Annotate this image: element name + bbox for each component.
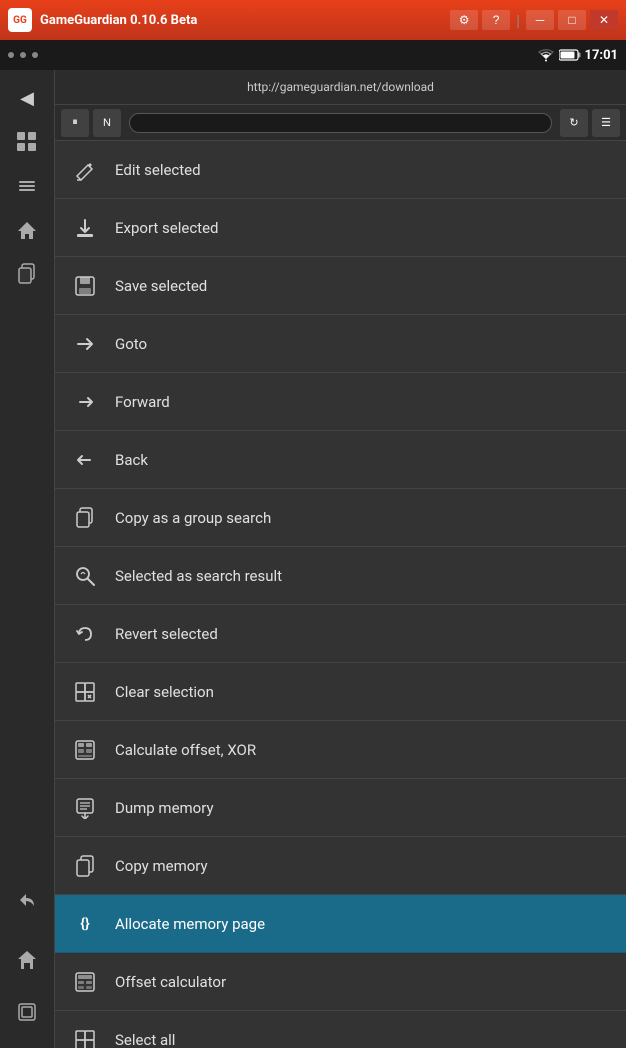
menu-label-clear-selection: Clear selection — [115, 683, 619, 701]
url-text: http://gameguardian.net/download — [247, 80, 434, 94]
menu-item-save-selected[interactable]: Save selected — [55, 257, 626, 315]
status-dot-2 — [20, 52, 26, 58]
menu-item-back[interactable]: Back — [55, 431, 626, 489]
menu-label-copy-group-search: Copy as a group search — [115, 509, 619, 527]
menu-item-copy-memory[interactable]: Copy memory — [55, 837, 626, 895]
app-title: GameGuardian 0.10.6 Beta — [40, 13, 450, 28]
menu-label-goto: Goto — [115, 335, 619, 353]
menu-label-revert-selected: Revert selected — [115, 625, 619, 643]
clear-selection-icon — [71, 678, 99, 706]
menu-item-allocate-memory[interactable]: {} Allocate memory page — [55, 895, 626, 953]
minimize-button[interactable]: ─ — [526, 10, 554, 30]
sidebar-icon-layers[interactable] — [7, 992, 47, 1032]
menu-label-calculate-offset: Calculate offset, XOR — [115, 741, 619, 759]
toolbar-menu-btn[interactable]: ☰ — [592, 109, 620, 137]
goto-icon — [71, 330, 99, 358]
edit-icon — [71, 156, 99, 184]
menu-label-forward: Forward — [115, 393, 619, 411]
back-icon — [71, 446, 99, 474]
export-icon — [71, 214, 99, 242]
settings-button[interactable]: ⚙ — [450, 10, 478, 30]
menu-label-export-selected: Export selected — [115, 219, 619, 237]
sidebar-icon-copy[interactable] — [7, 254, 47, 294]
time-display: 17:01 — [585, 48, 619, 63]
wifi-icon — [537, 48, 555, 62]
status-dot-1 — [8, 52, 14, 58]
status-left — [8, 52, 38, 58]
status-dot-3 — [32, 52, 38, 58]
url-bar: http://gameguardian.net/download — [55, 70, 626, 105]
menu-item-goto[interactable]: Goto — [55, 315, 626, 373]
window-controls: ⚙ ? | ─ □ ✕ — [450, 10, 618, 30]
sidebar-icon-return[interactable] — [7, 880, 47, 920]
main-area: ◀ — [0, 70, 626, 1048]
select-all-icon — [71, 1026, 99, 1048]
sidebar: ◀ — [0, 70, 55, 1048]
menu-item-revert-selected[interactable]: Revert selected — [55, 605, 626, 663]
menu-item-dump-memory[interactable]: Dump memory — [55, 779, 626, 837]
help-button[interactable]: ? — [482, 10, 510, 30]
forward-icon — [71, 388, 99, 416]
app-icon-text: GG — [13, 15, 27, 26]
maximize-button[interactable]: □ — [558, 10, 586, 30]
app-icon: GG — [8, 8, 32, 32]
title-bar: GG GameGuardian 0.10.6 Beta ⚙ ? | ─ □ ✕ — [0, 0, 626, 40]
content-area: http://gameguardian.net/download ⏸ N ↻ ☰ — [55, 70, 626, 1048]
dump-memory-icon — [71, 794, 99, 822]
calculate-icon — [71, 736, 99, 764]
menu-label-selected-search: Selected as search result — [115, 567, 619, 585]
menu-item-calculate-offset[interactable]: Calculate offset, XOR — [55, 721, 626, 779]
menu-item-edit-selected[interactable]: Edit selected — [55, 141, 626, 199]
status-right: 17:01 — [537, 48, 619, 63]
search-bar[interactable] — [129, 113, 552, 133]
copy-group-icon — [71, 504, 99, 532]
menu-item-forward[interactable]: Forward — [55, 373, 626, 431]
toolbar-pause-btn[interactable]: ⏸ — [61, 109, 89, 137]
menu-label-copy-memory: Copy memory — [115, 857, 619, 875]
toolbar: ⏸ N ↻ ☰ — [55, 105, 626, 141]
close-button[interactable]: ✕ — [590, 10, 618, 30]
menu-item-copy-group-search[interactable]: Copy as a group search — [55, 489, 626, 547]
search-result-icon — [71, 562, 99, 590]
menu-label-allocate-memory: Allocate memory page — [115, 915, 619, 933]
allocate-icon: {} — [71, 910, 99, 938]
toolbar-scan-btn[interactable]: N — [93, 109, 121, 137]
sidebar-icon-grid[interactable] — [7, 122, 47, 162]
context-menu: Edit selected Export selected — [55, 141, 626, 1048]
menu-label-back: Back — [115, 451, 619, 469]
menu-item-offset-calculator[interactable]: Offset calculator — [55, 953, 626, 1011]
sidebar-icon-house[interactable] — [7, 940, 47, 980]
battery-icon — [559, 49, 581, 61]
grid-area: ? ? ? ? ? ? ? ? ? ? ? ? ? ? ? — [55, 141, 626, 1048]
menu-label-edit-selected: Edit selected — [115, 161, 619, 179]
revert-icon — [71, 620, 99, 648]
sidebar-icon-tool[interactable] — [7, 166, 47, 206]
menu-item-clear-selection[interactable]: Clear selection — [55, 663, 626, 721]
status-bar: 17:01 — [0, 40, 626, 70]
sidebar-icon-home[interactable] — [7, 210, 47, 250]
menu-label-dump-memory: Dump memory — [115, 799, 619, 817]
sidebar-icon-back[interactable]: ◀ — [7, 78, 47, 118]
menu-label-offset-calculator: Offset calculator — [115, 973, 619, 991]
menu-item-export-selected[interactable]: Export selected — [55, 199, 626, 257]
menu-item-select-all[interactable]: Select all — [55, 1011, 626, 1048]
copy-memory-icon — [71, 852, 99, 880]
menu-item-selected-search[interactable]: Selected as search result — [55, 547, 626, 605]
offset-calc-icon — [71, 968, 99, 996]
toolbar-refresh-btn[interactable]: ↻ — [560, 109, 588, 137]
menu-label-select-all: Select all — [115, 1031, 619, 1048]
divider: | — [516, 11, 520, 30]
menu-label-save-selected: Save selected — [115, 277, 619, 295]
save-icon — [71, 272, 99, 300]
